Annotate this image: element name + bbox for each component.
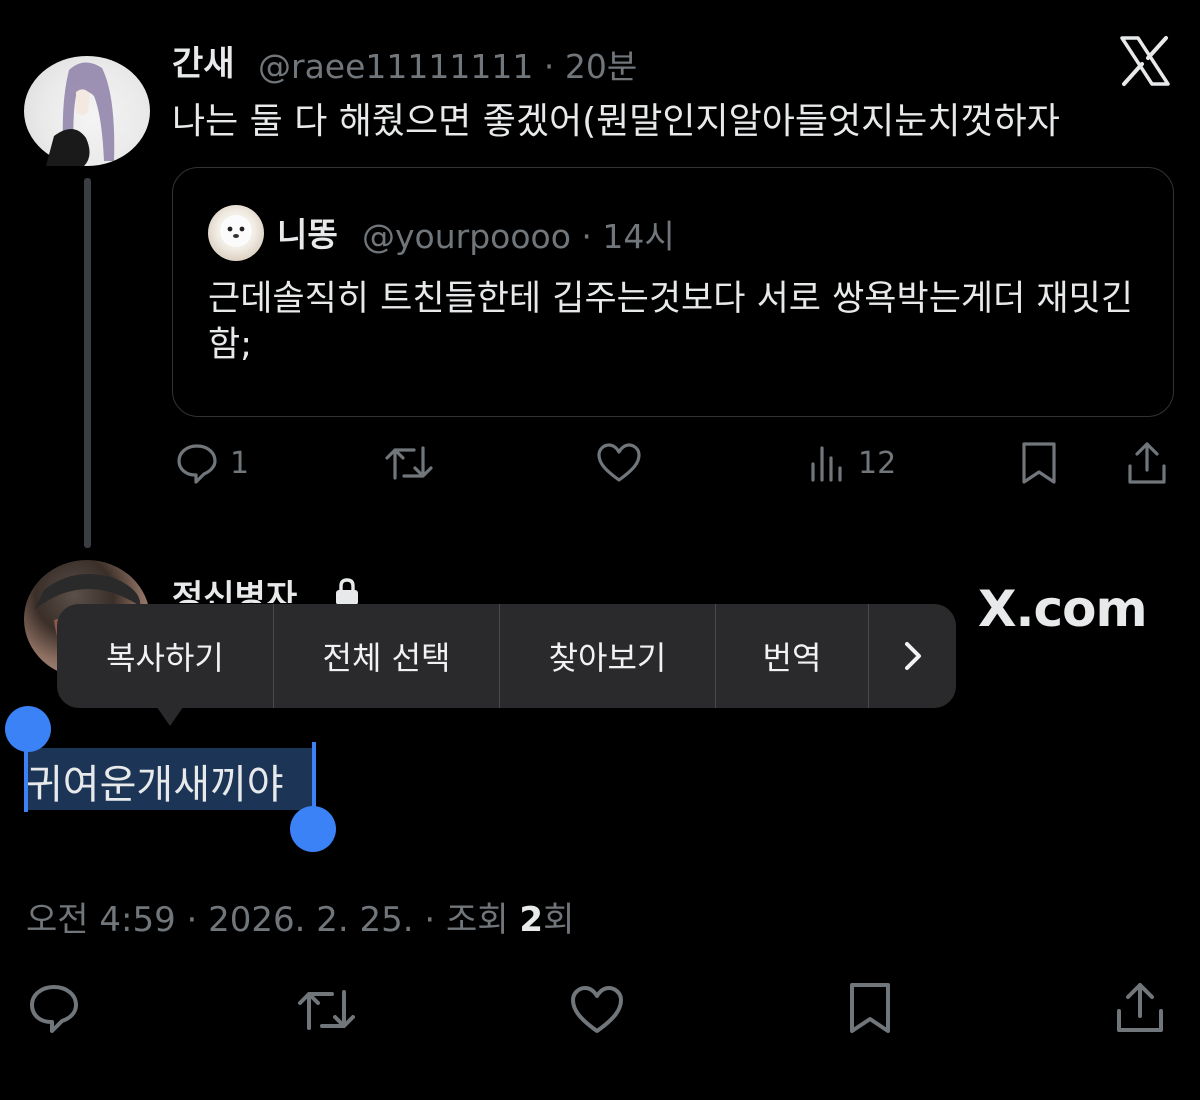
tweet-timestamp: 오전 4:59 · 2026. 2. 25. · 조회 [26,900,520,940]
chevron-right-icon [904,642,921,670]
views-count: 12 [858,445,897,481]
text-context-menu: 복사하기 전체 선택 찾아보기 번역 [57,604,956,708]
bookmark-icon[interactable] [844,980,896,1036]
author-handle-time: @raee11111111 · 20분 [258,47,638,86]
views-icon [811,446,842,482]
like-button[interactable] [595,440,643,486]
selection-start-handle[interactable] [5,706,51,752]
lock-icon [336,578,358,605]
quote-avatar[interactable] [208,205,264,261]
quote-time[interactable]: 14시 [602,217,674,256]
quote-handle[interactable]: @yourpoooo [362,217,571,256]
menu-item-look-up[interactable]: 찾아보기 [500,604,716,708]
menu-item-copy[interactable]: 복사하기 [57,604,274,708]
tweet-text[interactable]: 귀여운개새끼야 [26,752,284,810]
quote-handle-time: @yourpoooo · 14시 [362,217,675,256]
repost-icon [385,446,433,480]
reply-icon[interactable] [26,980,82,1036]
repost-button[interactable] [384,440,434,486]
bookmark-button[interactable] [1018,440,1060,486]
tweet-metadata: 오전 4:59 · 2026. 2. 25. · 조회 2회 [26,892,574,941]
thread-line [84,178,91,548]
menu-item-select-all[interactable]: 전체 선택 [274,604,500,708]
view-suffix: 회 [543,900,575,940]
reply-icon [177,444,217,484]
reply-button[interactable]: 1 [174,440,249,486]
menu-more-button[interactable] [869,604,956,708]
repost-icon[interactable] [296,982,358,1038]
like-icon[interactable] [568,982,626,1038]
tweet-time[interactable]: 20분 [565,47,637,86]
quote-text: 근데솔직히 트친들한테 깁주는것보다 서로 쌍욕박는게더 재밋긴함; [208,279,1134,365]
quote-author-name[interactable]: 니똥 [277,208,338,256]
author-name[interactable]: 간새 [172,36,235,85]
author-handle[interactable]: @raee11111111 [258,47,533,86]
selection-end-handle[interactable] [290,806,336,852]
reply-count: 1 [230,445,250,481]
bookmark-icon [1022,442,1056,484]
x-logo-icon[interactable] [1118,34,1172,88]
tweet-text: 나는 둘 다 해줬으면 좋겠어(뭔말인지알아들엇지눈치껏하자 [172,101,1060,142]
author-name[interactable]: 정신병자 [172,570,297,603]
share-icon [1128,442,1166,484]
watermark: X.com [978,580,1148,638]
menu-item-translate[interactable]: 번역 [716,604,869,708]
view-count: 2 [519,900,544,940]
share-icon[interactable] [1112,980,1168,1036]
views-button[interactable]: 12 [808,440,896,486]
like-icon [597,443,641,482]
avatar[interactable] [24,56,150,166]
menu-pointer [152,700,188,726]
share-button[interactable] [1124,440,1170,486]
